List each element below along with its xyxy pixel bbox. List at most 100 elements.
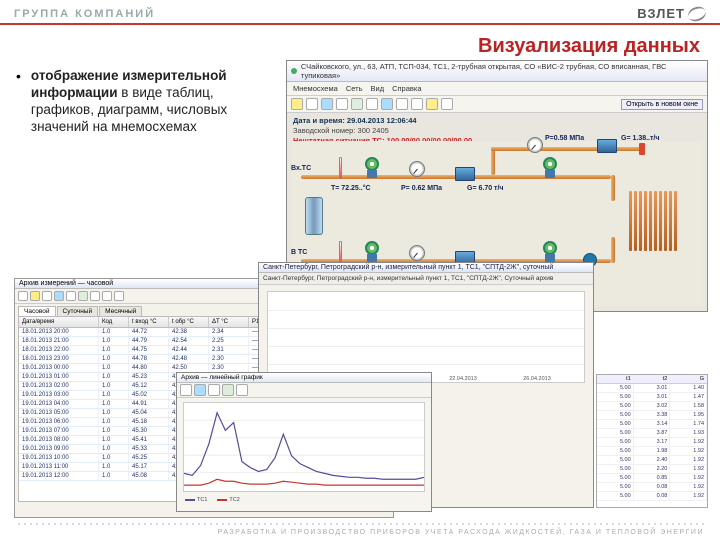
pipe-icon bbox=[611, 175, 615, 201]
toolbar-button-icon[interactable] bbox=[306, 98, 318, 110]
toolbar-button-icon[interactable] bbox=[396, 98, 408, 110]
col-head: t1 bbox=[597, 375, 634, 383]
t1-label: T= 72.25..°С bbox=[331, 185, 371, 192]
line-legend: ТС1 ТС2 bbox=[177, 496, 431, 504]
table-row[interactable]: 5.001.981.92 bbox=[597, 447, 707, 456]
toolbar-button-icon[interactable] bbox=[18, 291, 28, 301]
toolbar-button-icon[interactable] bbox=[78, 291, 88, 301]
table-row[interactable]: 5.003.011.47 bbox=[597, 393, 707, 402]
menu-item[interactable]: Вид bbox=[371, 84, 385, 93]
col-head: G bbox=[670, 375, 707, 383]
toolbar-button-icon[interactable] bbox=[366, 98, 378, 110]
line-window: Архив — линейный график ТС1 ТС2 bbox=[176, 372, 432, 512]
toolbar-button-icon[interactable] bbox=[66, 291, 76, 301]
table-row[interactable]: 5.002.401.92 bbox=[597, 456, 707, 465]
valve-icon[interactable] bbox=[541, 241, 559, 263]
tab-daily[interactable]: Суточный bbox=[57, 306, 99, 316]
outlet-label: В ТС bbox=[291, 249, 307, 256]
bar-series-container bbox=[278, 298, 574, 372]
toolbar-button-icon[interactable] bbox=[441, 98, 453, 110]
col-head[interactable]: t обр °С bbox=[169, 317, 209, 327]
table-row[interactable]: 5.002.201.92 bbox=[597, 465, 707, 474]
mini-table-body: 5.003.011.405.003.011.475.003.021.585.00… bbox=[597, 384, 707, 501]
toolbar-button-icon[interactable] bbox=[30, 291, 40, 301]
toolbar-button-icon[interactable] bbox=[411, 98, 423, 110]
scada-menubar: Мнемосхема Сеть Вид Справка bbox=[287, 82, 707, 96]
toolbar-button-icon[interactable] bbox=[426, 98, 438, 110]
gauge-icon bbox=[409, 245, 425, 261]
toolbar-button-icon[interactable] bbox=[222, 384, 234, 396]
toolbar-button-icon[interactable] bbox=[381, 98, 393, 110]
header-divider bbox=[0, 23, 720, 25]
menu-item[interactable]: Мнемосхема bbox=[293, 84, 338, 93]
menu-item[interactable]: Справка bbox=[392, 84, 421, 93]
chart-subtitle: Санкт-Петербург, Петроградский р-н, изме… bbox=[259, 273, 593, 285]
bullet-item: • отображение измерительной информации в… bbox=[16, 68, 266, 136]
toolbar-button-icon[interactable] bbox=[102, 291, 112, 301]
x-label: 22.04.2013 bbox=[426, 376, 500, 382]
table-row[interactable]: 5.000.081.92 bbox=[597, 483, 707, 492]
table-row[interactable]: 5.003.171.92 bbox=[597, 438, 707, 447]
scada-toolbar: Открыть в новом окне bbox=[287, 96, 707, 113]
brand-text: ВЗЛЕТ bbox=[637, 6, 685, 21]
open-new-window-button[interactable]: Открыть в новом окне bbox=[621, 99, 703, 110]
table-row[interactable]: 5.003.381.95 bbox=[597, 411, 707, 420]
col-head[interactable]: Дата/время bbox=[19, 317, 99, 327]
valve-icon[interactable] bbox=[363, 241, 381, 263]
col-head[interactable]: t вход °С bbox=[129, 317, 169, 327]
pressure-top-label: P=0.58 МПа bbox=[545, 135, 584, 142]
legend-item: ТС2 bbox=[217, 497, 239, 503]
toolbar-button-icon[interactable] bbox=[54, 291, 64, 301]
pipe-icon bbox=[611, 237, 615, 263]
table-row[interactable]: 5.000.851.92 bbox=[597, 474, 707, 483]
brand-wave-icon bbox=[686, 4, 708, 23]
status-dot-icon bbox=[291, 68, 297, 74]
tab-monthly[interactable]: Месячный bbox=[99, 306, 142, 316]
bar-chart: 14.04.2013 18.04.2013 22.04.2013 26.04.2… bbox=[267, 291, 585, 383]
page-header: ГРУППА КОМПАНИЙ ВЗЛЕТ bbox=[0, 0, 720, 23]
toolbar-button-icon[interactable] bbox=[236, 384, 248, 396]
line-titlebar: Архив — линейный график bbox=[177, 373, 431, 383]
thermometer-icon bbox=[339, 241, 342, 263]
table-row[interactable]: 5.000.081.92 bbox=[597, 492, 707, 501]
flowmeter-icon bbox=[455, 167, 475, 181]
toolbar-button-icon[interactable] bbox=[180, 384, 192, 396]
menu-item[interactable]: Сеть bbox=[346, 84, 363, 93]
thermometer-icon bbox=[339, 157, 342, 179]
valve-icon[interactable] bbox=[541, 157, 559, 179]
line-svg-icon bbox=[184, 403, 424, 491]
chart-titlebar: Санкт-Петербург, Петроградский р-н, изме… bbox=[259, 263, 593, 273]
toolbar-button-icon[interactable] bbox=[351, 98, 363, 110]
line-toolbar bbox=[177, 383, 431, 398]
valve-icon[interactable] bbox=[363, 157, 381, 179]
toolbar-button-icon[interactable] bbox=[114, 291, 124, 301]
col-head[interactable]: ΔT °С bbox=[209, 317, 249, 327]
pipe-icon bbox=[491, 147, 641, 151]
toolbar-button-icon[interactable] bbox=[336, 98, 348, 110]
table-row[interactable]: 5.003.021.58 bbox=[597, 402, 707, 411]
footer-dots-icon bbox=[16, 521, 704, 527]
tab-hourly[interactable]: Часовой bbox=[18, 306, 56, 316]
table-row[interactable]: 5.003.011.40 bbox=[597, 384, 707, 393]
table-row[interactable]: 5.003.871.93 bbox=[597, 429, 707, 438]
bullet-text: отображение измерительной информации в в… bbox=[31, 68, 266, 136]
toolbar-button-icon[interactable] bbox=[194, 384, 206, 396]
gauge-icon bbox=[527, 137, 543, 153]
mini-table: t1 t2 G 5.003.011.405.003.011.475.003.02… bbox=[596, 374, 708, 508]
mini-table-head: t1 t2 G bbox=[597, 375, 707, 384]
flowmeter-icon bbox=[597, 139, 617, 153]
gauge-icon bbox=[409, 161, 425, 177]
col-head[interactable]: Код bbox=[99, 317, 129, 327]
toolbar-button-icon[interactable] bbox=[42, 291, 52, 301]
tank-icon bbox=[305, 197, 323, 235]
table-row[interactable]: 5.003.141.74 bbox=[597, 420, 707, 429]
radiator-icon bbox=[629, 191, 677, 251]
scada-titlebar: СЧайковского, ул., 63, АТП, ТСП-034, ТС1… bbox=[287, 61, 707, 82]
toolbar-button-icon[interactable] bbox=[90, 291, 100, 301]
toolbar-button-icon[interactable] bbox=[208, 384, 220, 396]
flow-top-label: G= 1.38..т/ч bbox=[621, 135, 659, 142]
toolbar-button-icon[interactable] bbox=[321, 98, 333, 110]
g1-label: G= 6.70 т/ч bbox=[467, 185, 503, 192]
toolbar-button-icon[interactable] bbox=[291, 98, 303, 110]
bullet-dot-icon: • bbox=[16, 68, 21, 136]
